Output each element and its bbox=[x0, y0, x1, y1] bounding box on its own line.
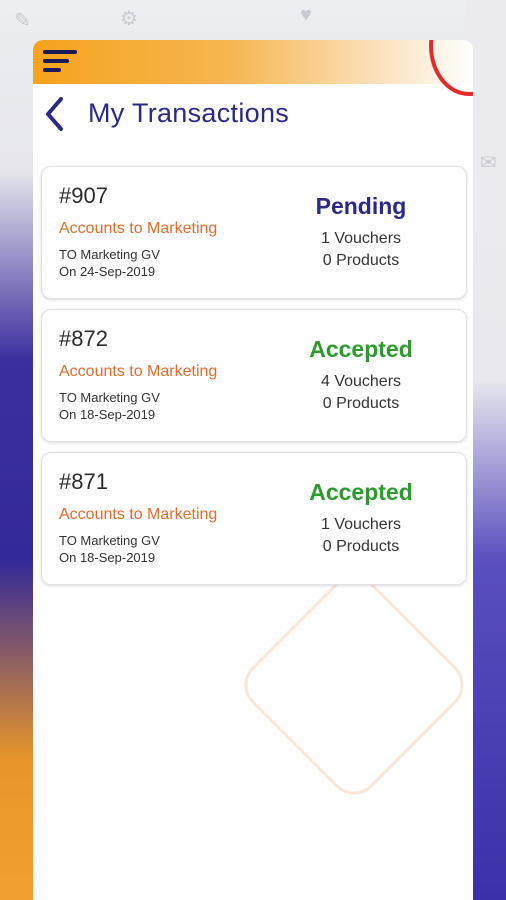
transaction-route: Accounts to Marketing bbox=[59, 506, 218, 523]
transaction-recipient: TO Marketing GV bbox=[59, 390, 160, 405]
app-screen: My Transactions #907 Accounts to Marketi… bbox=[33, 40, 473, 900]
product-count: 0 Products bbox=[322, 395, 400, 412]
top-bar bbox=[33, 40, 473, 96]
transaction-recipient: TO Marketing GV bbox=[59, 533, 160, 548]
background-doodle-icon: ⚙ bbox=[120, 8, 138, 30]
voucher-count: 1 Vouchers bbox=[320, 230, 402, 247]
transaction-card[interactable]: #871 Accounts to Marketing TO Marketing … bbox=[41, 452, 467, 585]
transaction-id: #872 bbox=[59, 326, 108, 351]
transaction-recipient: TO Marketing GV bbox=[59, 247, 160, 262]
back-button[interactable] bbox=[39, 94, 73, 134]
transaction-id: #871 bbox=[59, 469, 108, 494]
transaction-route: Accounts to Marketing bbox=[59, 363, 218, 380]
hamburger-menu-icon[interactable] bbox=[43, 50, 79, 76]
transaction-date: On 24-Sep-2019 bbox=[59, 264, 156, 279]
title-bar: My Transactions bbox=[33, 84, 473, 144]
voucher-count: 4 Vouchers bbox=[320, 373, 402, 390]
status-badge: Accepted bbox=[309, 336, 413, 362]
status-badge: Accepted bbox=[309, 479, 413, 505]
transaction-date: On 18-Sep-2019 bbox=[59, 407, 156, 422]
chevron-left-icon bbox=[46, 97, 63, 131]
transaction-id: #907 bbox=[59, 183, 108, 208]
transaction-card[interactable]: #907 Accounts to Marketing TO Marketing … bbox=[41, 166, 467, 299]
background-doodle-icon: ♥ bbox=[300, 4, 312, 26]
page-title: My Transactions bbox=[88, 98, 290, 128]
product-count: 0 Products bbox=[322, 538, 400, 555]
background-doodle-icon: ✉ bbox=[480, 152, 497, 174]
transaction-date: On 18-Sep-2019 bbox=[59, 550, 156, 565]
transaction-route: Accounts to Marketing bbox=[59, 220, 218, 237]
background-doodle-icon: ✎ bbox=[14, 10, 31, 32]
background-watermark bbox=[233, 564, 473, 806]
voucher-count: 1 Vouchers bbox=[320, 516, 402, 533]
transaction-card[interactable]: #872 Accounts to Marketing TO Marketing … bbox=[41, 309, 467, 442]
status-badge: Pending bbox=[315, 193, 407, 219]
product-count: 0 Products bbox=[322, 252, 400, 269]
